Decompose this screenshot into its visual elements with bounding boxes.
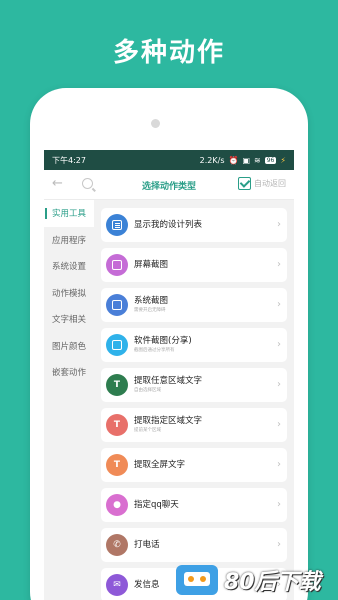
text-region-icon: T — [106, 414, 128, 436]
alarm-icon: ⏰ — [228, 155, 239, 165]
network-speed: 2.2K/s — [199, 155, 225, 165]
sidebar-item-utility-tools[interactable]: 实用工具 — [44, 200, 94, 227]
action-row-extract-any-text[interactable]: T 提取任意区域文字 自由选择区域 › — [101, 368, 287, 402]
chevron-right-icon: › — [277, 219, 281, 230]
chevron-right-icon: › — [277, 299, 281, 310]
action-list: 显示我的设计列表 › 屏幕截图 › 系统截图 需要开启无障碍 › 软件截图(分享… — [101, 208, 287, 600]
chevron-right-icon: › — [277, 499, 281, 510]
action-label: 屏幕截图 — [134, 259, 169, 270]
qq-icon: ● — [106, 494, 128, 516]
sidebar-item-apps[interactable]: 应用程序 — [44, 227, 94, 254]
sidebar-item-label: 应用程序 — [52, 235, 87, 246]
system-screenshot-icon — [106, 294, 128, 316]
sidebar-item-label: 实用工具 — [52, 209, 87, 220]
action-row-qq-chat[interactable]: ● 指定qq聊天 › — [101, 488, 287, 522]
phone-screen: 下午4:27 2.2K/s ⏰ ▣ ≋ 96 ⚡ ← 选择动作类型 自动返回 实… — [44, 150, 294, 600]
sidebar-item-label: 系统设置 — [52, 262, 87, 273]
chevron-right-icon: › — [277, 379, 281, 390]
action-label: 提取全屏文字 — [134, 459, 186, 470]
speaker-dot — [151, 119, 160, 128]
sidebar-item-text[interactable]: 文字相关 — [44, 306, 94, 333]
sidebar-item-system-settings[interactable]: 系统设置 — [44, 253, 94, 280]
watermark-text: 80后下载 — [224, 570, 321, 595]
status-bar: 下午4:27 2.2K/s ⏰ ▣ ≋ 96 ⚡ — [44, 150, 294, 170]
action-label: 提取指定区域文字 — [134, 416, 203, 426]
action-sublabel: 截图后通过分享所有 — [134, 348, 175, 353]
share-screenshot-icon — [106, 334, 128, 356]
status-time: 下午4:27 — [52, 155, 86, 165]
action-row-extract-region-text[interactable]: T 提取指定区域文字 提前某个区域 › — [101, 408, 287, 442]
app-bar: ← 选择动作类型 自动返回 — [44, 170, 294, 200]
action-label: 打电话 — [134, 539, 160, 550]
chevron-right-icon: › — [277, 539, 281, 550]
promo-title: 多种动作 — [112, 38, 225, 68]
sidebar-item-label: 嵌套动作 — [52, 368, 87, 379]
charging-icon: ⚡ — [280, 155, 286, 165]
action-row-extract-fullscreen-text[interactable]: T 提取全屏文字 › — [101, 448, 287, 482]
action-sublabel: 提前某个区域 — [134, 428, 161, 433]
category-sidebar: 实用工具 应用程序 系统设置 动作模拟 文字相关 图片颜色 嵌套动作 — [44, 200, 94, 600]
list-icon — [106, 214, 128, 236]
sidebar-item-label: 动作模拟 — [52, 288, 87, 299]
wifi-icon: ≋ — [254, 155, 261, 165]
action-label: 发信息 — [134, 579, 160, 590]
sidebar-item-nested-actions[interactable]: 嵌套动作 — [44, 359, 94, 386]
text-extract-icon: T — [106, 374, 128, 396]
action-label: 显示我的设计列表 — [134, 219, 203, 230]
content-area: 实用工具 应用程序 系统设置 动作模拟 文字相关 图片颜色 嵌套动作 显示我的设… — [44, 200, 294, 600]
chevron-right-icon: › — [277, 419, 281, 430]
action-row-share-screenshot[interactable]: 软件截图(分享) 截图后通过分享所有 › — [101, 328, 287, 362]
sidebar-item-action-simulation[interactable]: 动作模拟 — [44, 280, 94, 307]
chevron-right-icon: › — [277, 259, 281, 270]
action-sublabel: 自由选择区域 — [134, 388, 161, 393]
phone-icon: ✆ — [106, 534, 128, 556]
auto-back-checkbox[interactable] — [238, 177, 251, 190]
sidebar-item-image-color[interactable]: 图片颜色 — [44, 333, 94, 360]
action-label: 提取任意区域文字 — [134, 376, 203, 386]
chevron-right-icon: › — [277, 339, 281, 350]
auto-back-label: 自动返回 — [254, 179, 286, 188]
sidebar-item-label: 文字相关 — [52, 315, 87, 326]
action-label: 系统截图 — [134, 296, 169, 306]
cassette-logo-icon — [176, 565, 218, 595]
status-indicators: 2.2K/s ⏰ ▣ ≋ 96 ⚡ — [200, 156, 286, 165]
text-fullscreen-icon: T — [106, 454, 128, 476]
action-row-design-list[interactable]: 显示我的设计列表 › — [101, 208, 287, 242]
watermark: 80后下载 — [176, 563, 338, 597]
action-label: 软件截图(分享) — [134, 336, 192, 346]
sim-icon: ▣ — [242, 155, 251, 165]
message-icon: ✉ — [106, 574, 128, 596]
battery-icon: 96 — [264, 156, 277, 164]
auto-back-toggle[interactable]: 自动返回 — [238, 177, 286, 190]
action-row-system-screenshot[interactable]: 系统截图 需要开启无障碍 › — [101, 288, 287, 322]
sidebar-item-label: 图片颜色 — [52, 341, 87, 352]
action-label: 指定qq聊天 — [134, 499, 179, 510]
action-row-screenshot[interactable]: 屏幕截图 › — [101, 248, 287, 282]
action-sublabel: 需要开启无障碍 — [134, 308, 166, 313]
screenshot-icon — [106, 254, 128, 276]
action-row-phone-call[interactable]: ✆ 打电话 › — [101, 528, 287, 562]
chevron-right-icon: › — [277, 459, 281, 470]
